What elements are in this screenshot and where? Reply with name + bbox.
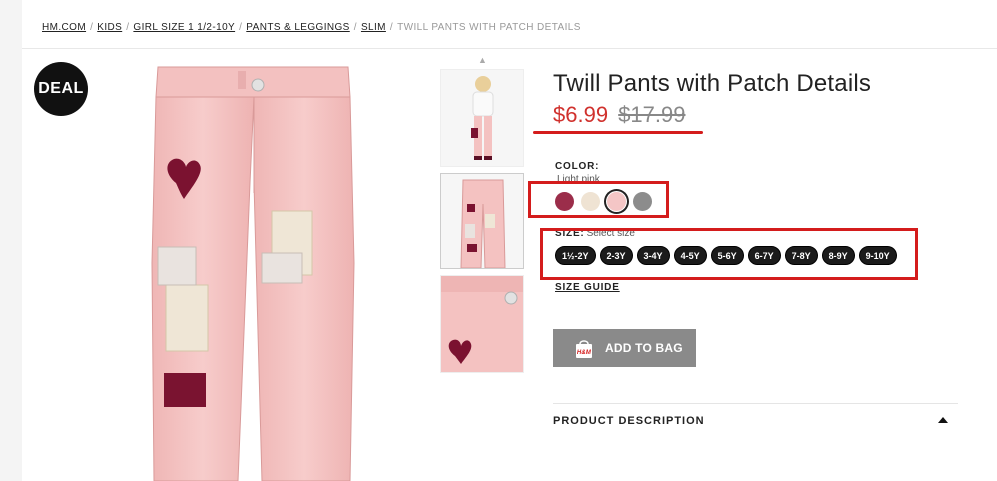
breadcrumb-current: TWILL PANTS WITH PATCH DETAILS bbox=[397, 22, 581, 33]
breadcrumb-separator: / bbox=[239, 22, 243, 33]
product-description-heading[interactable]: PRODUCT DESCRIPTION bbox=[553, 415, 705, 427]
color-label: COLOR: bbox=[555, 161, 600, 172]
deal-badge: DEAL bbox=[34, 62, 88, 116]
description-divider bbox=[553, 403, 958, 404]
breadcrumb-link-pants-leggings[interactable]: PANTS & LEGGINGS bbox=[246, 22, 349, 33]
breadcrumb: HM.COM / KIDS / GIRL SIZE 1 1/2-10Y / PANTS & … bbox=[42, 22, 581, 33]
original-price: $17.99 bbox=[618, 102, 686, 127]
shopping-bag-icon: H&M bbox=[573, 337, 595, 359]
product-main-image[interactable] bbox=[150, 63, 356, 481]
breadcrumb-separator: / bbox=[389, 22, 394, 33]
color-highlight-box bbox=[528, 181, 669, 218]
thumbnail-detail[interactable] bbox=[440, 275, 524, 373]
thumbnail-model[interactable] bbox=[440, 69, 524, 167]
thumbnail-front[interactable] bbox=[440, 173, 524, 269]
breadcrumb-separator: / bbox=[126, 22, 130, 33]
sale-price: $6.99 bbox=[553, 102, 609, 127]
thumbnail-scroll-up-icon[interactable]: ▲ bbox=[478, 55, 487, 65]
left-gutter bbox=[0, 0, 22, 481]
breadcrumb-separator: / bbox=[90, 22, 94, 33]
breadcrumb-link-slim[interactable]: SLIM bbox=[361, 22, 386, 33]
add-to-bag-button[interactable]: H&M ADD TO BAG bbox=[553, 329, 696, 367]
breadcrumb-separator: / bbox=[353, 22, 357, 33]
breadcrumb-divider bbox=[22, 48, 997, 49]
add-to-bag-label: ADD TO BAG bbox=[605, 341, 683, 355]
caret-up-icon[interactable] bbox=[938, 417, 948, 423]
thumbnail-model-image bbox=[471, 76, 494, 160]
product-page: HM.COM / KIDS / GIRL SIZE 1 1/2-10Y / PANTS & … bbox=[22, 0, 997, 481]
size-highlight-box bbox=[540, 228, 918, 280]
breadcrumb-link-home[interactable]: HM.COM bbox=[42, 22, 86, 33]
thumbnail-detail-image bbox=[441, 276, 523, 372]
breadcrumb-link-girl-size[interactable]: GIRL SIZE 1 1/2-10Y bbox=[133, 22, 235, 33]
price-row: $6.99 $17.99 bbox=[553, 102, 685, 128]
thumbnail-front-image bbox=[460, 179, 506, 268]
size-guide-link[interactable]: SIZE GUIDE bbox=[555, 282, 620, 293]
bag-logo-text: H&M bbox=[577, 350, 592, 356]
breadcrumb-link-kids[interactable]: KIDS bbox=[97, 22, 122, 33]
product-title: Twill Pants with Patch Details bbox=[553, 70, 872, 97]
price-highlight-underline bbox=[533, 131, 703, 134]
